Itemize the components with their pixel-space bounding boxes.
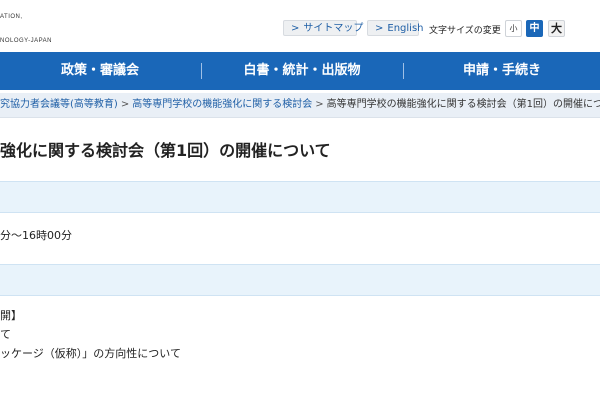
- agenda-item: 開】: [0, 309, 22, 322]
- chevron-right-icon: >: [291, 23, 300, 34]
- font-size-medium-button[interactable]: 中: [526, 20, 543, 37]
- nav-item-policy[interactable]: 政策・審議会: [0, 52, 200, 90]
- agenda-item: ッケージ（仮称）」の方向性について: [0, 347, 181, 360]
- english-label: English: [387, 23, 424, 34]
- font-size-large-button[interactable]: 大: [548, 20, 565, 37]
- breadcrumb-link-council[interactable]: 究協力者会議等(高等教育): [0, 99, 118, 110]
- section-header-band: [0, 264, 600, 296]
- sitemap-label: サイトマップ: [303, 23, 364, 34]
- font-size-label: 文字サイズの変更: [429, 26, 501, 36]
- nav-item-applications[interactable]: 申請・手続き: [404, 52, 600, 90]
- meeting-time: 分～16時00分: [0, 229, 72, 242]
- font-size-small-button[interactable]: 小: [505, 20, 522, 37]
- breadcrumb-separator-icon: >: [120, 99, 130, 110]
- breadcrumb-current: 高等専門学校の機能強化に関する検討会（第1回）の開催について: [326, 99, 600, 110]
- breadcrumb-separator-icon: >: [315, 99, 324, 110]
- site-header: ATION, NOLOGY-JAPAN > サイトマップ > English 文字サ…: [0, 0, 600, 52]
- global-nav: 政策・審議会 白書・統計・出版物 申請・手続き: [0, 52, 600, 90]
- breadcrumb-link-kosen-committee[interactable]: 高等専門学校の機能強化に関する検討会: [132, 99, 312, 110]
- breadcrumb: 究協力者会議等(高等教育) > 高等専門学校の機能強化に関する検討会 > 高等専門学校の…: [0, 93, 600, 118]
- chevron-right-icon: >: [375, 23, 384, 34]
- agenda-item: て: [0, 328, 11, 341]
- section-header-band: [0, 181, 600, 213]
- nav-item-white-papers[interactable]: 白書・統計・出版物: [202, 52, 402, 90]
- sitemap-button[interactable]: > サイトマップ: [283, 20, 363, 36]
- english-button[interactable]: > English: [367, 20, 424, 36]
- page-title: 強化に関する検討会（第1回）の開催について: [0, 141, 331, 160]
- logo-text-line2[interactable]: NOLOGY-JAPAN: [0, 38, 52, 44]
- logo-text-line1[interactable]: ATION,: [0, 14, 23, 20]
